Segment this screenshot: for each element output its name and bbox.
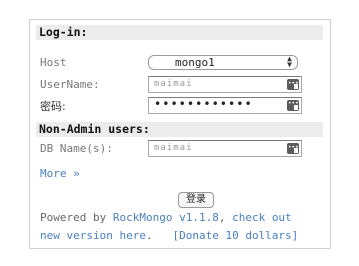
select-arrows-icon: ▲ ▼ [287,54,292,69]
login-section-title: Log-in: [36,25,323,40]
username-label: UserName: [40,78,100,91]
host-label: Host [40,56,67,69]
keyboard-icon[interactable] [287,141,299,155]
dbname-value: maimai [154,143,193,153]
login-panel: Log-in: Host mongo1 ▲ ▼ UserName: maimai … [29,19,331,249]
host-select-value: mongo1 [175,56,215,69]
host-select[interactable]: mongo1 ▲ ▼ [148,55,298,70]
dbname-label: DB Name(s): [40,142,113,155]
more-link[interactable]: More » [40,167,80,180]
password-field[interactable]: •••••••••••• [148,97,302,114]
donate-link[interactable]: [Donate 10 dollars] [172,229,298,242]
keyboard-icon[interactable] [287,98,299,111]
rockmongo-link[interactable]: RockMongo v1.1.8 [113,211,219,224]
username-field[interactable]: maimai [148,76,302,93]
keyboard-icon[interactable] [287,77,299,91]
password-label: 密码: [40,100,66,113]
footer-comma: , [218,211,226,224]
footer-period: . [145,229,153,242]
username-value: maimai [154,79,193,89]
check-out-link[interactable]: check out [232,211,292,224]
footer-text: Powered by RockMongo v1.1.8, check out n… [40,209,330,245]
dbname-field[interactable]: maimai [148,140,302,157]
password-value: •••••••••••• [154,97,253,111]
new-version-link[interactable]: new version here [40,229,146,242]
login-button[interactable]: 登录 [178,192,214,208]
footer-prefix: Powered by [40,211,113,224]
nonadmin-section-title: Non-Admin users: [36,122,323,137]
